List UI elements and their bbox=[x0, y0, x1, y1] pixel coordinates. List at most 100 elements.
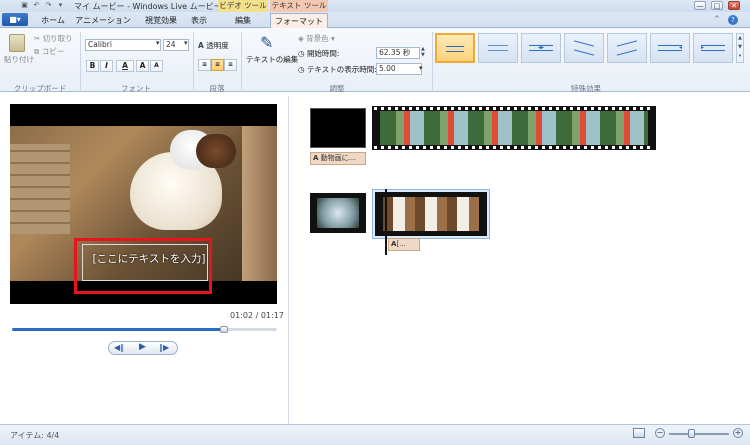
duration-combo[interactable]: 5.00 bbox=[376, 63, 422, 75]
file-menu-button[interactable]: ■▾ bbox=[2, 13, 28, 26]
transparency-label: 透明度 bbox=[206, 41, 229, 50]
align-left-button[interactable]: ≡ bbox=[198, 59, 211, 71]
guinea-pig-clip[interactable] bbox=[375, 192, 487, 236]
next-frame-button[interactable]: ‖▶ bbox=[159, 343, 169, 352]
previous-frame-button[interactable]: ◀‖ bbox=[114, 343, 124, 352]
brown-guinea-pig bbox=[196, 134, 236, 168]
flamingo-clip-frames bbox=[380, 111, 648, 145]
caption-clip-1-label: 動物画に... bbox=[320, 154, 356, 162]
clip-window-frame bbox=[317, 198, 359, 228]
effects-group-label: 特殊効果 bbox=[571, 84, 601, 93]
ribbon-separator bbox=[432, 32, 433, 90]
font-group-label: フォント bbox=[121, 84, 151, 93]
tab-format[interactable]: フォーマット bbox=[270, 13, 328, 29]
effect-basic[interactable] bbox=[435, 33, 475, 63]
wooden-box bbox=[10, 144, 70, 234]
wooden-wall bbox=[242, 126, 277, 281]
ribbon-separator bbox=[80, 32, 81, 90]
panel-divider[interactable] bbox=[288, 96, 289, 426]
start-time-input[interactable]: 62.35 秒 bbox=[376, 47, 420, 59]
duration-text: テキストの表示時間: bbox=[306, 65, 377, 74]
clipboard-group-label: クリップボード bbox=[13, 84, 67, 93]
duration-label: ◷ テキストの表示時間: bbox=[298, 64, 377, 75]
clock-icon: ◷ bbox=[298, 65, 305, 74]
save-icon[interactable]: ▣ bbox=[20, 1, 29, 10]
tab-home[interactable]: ホーム bbox=[36, 13, 70, 28]
flamingo-clip[interactable] bbox=[372, 106, 656, 150]
zoom-out-button[interactable]: − bbox=[655, 428, 665, 438]
seek-bar[interactable] bbox=[12, 328, 277, 331]
background-color-label: 背景色 bbox=[306, 34, 329, 43]
duration-dropdown-icon[interactable]: ▾ bbox=[419, 64, 423, 72]
align-center-button[interactable]: ≡ bbox=[211, 59, 224, 71]
guinea-pig-clip-frames bbox=[383, 197, 479, 231]
effect-fade[interactable] bbox=[478, 33, 518, 63]
undo-icon[interactable]: ↶ bbox=[32, 1, 41, 10]
transparency-button[interactable]: A 透明度 bbox=[198, 40, 229, 51]
font-family-combo[interactable]: Calibri bbox=[85, 39, 161, 51]
maximize-button[interactable]: □ bbox=[711, 1, 723, 10]
play-button[interactable]: ▶ bbox=[139, 342, 146, 352]
scissors-icon: ✂ bbox=[34, 34, 41, 43]
start-time-label: ◷ 開始時間: bbox=[298, 48, 339, 59]
minimize-button[interactable]: — bbox=[694, 1, 706, 10]
caption-clip-1[interactable]: A 動物画に... bbox=[310, 152, 366, 165]
cut-label: 切り取り bbox=[42, 34, 73, 43]
tab-animation[interactable]: アニメーション bbox=[72, 13, 134, 28]
paragraph-group-label: 段落 bbox=[209, 84, 225, 93]
paste-button[interactable]: 貼り付け bbox=[4, 54, 34, 65]
adjust-group-label: 調整 bbox=[329, 84, 345, 93]
paste-icon[interactable] bbox=[9, 34, 25, 52]
effect-scroll[interactable]: ◂▸ bbox=[521, 33, 561, 63]
clip-window[interactable] bbox=[310, 193, 366, 233]
tab-visual-effects[interactable]: 視覚効果 bbox=[138, 13, 184, 28]
ribbon-separator bbox=[193, 32, 194, 90]
seek-thumb[interactable] bbox=[220, 326, 228, 333]
edit-text-icon[interactable]: ✎ bbox=[260, 33, 273, 52]
redo-icon[interactable]: ↷ bbox=[44, 1, 53, 10]
effect-slide-left[interactable]: ◂ bbox=[650, 33, 690, 63]
zoom-in-button[interactable]: + bbox=[733, 428, 743, 438]
grow-font-button[interactable]: A bbox=[136, 60, 149, 72]
shrink-font-button[interactable]: A bbox=[150, 60, 163, 72]
font-size-dropdown-icon[interactable]: ▾ bbox=[184, 39, 188, 47]
font-color-button[interactable]: A bbox=[116, 60, 134, 72]
effect-swing[interactable] bbox=[607, 33, 647, 63]
caption-clip-2-label: [... bbox=[396, 240, 406, 248]
paint-bucket-icon: ◈ bbox=[298, 34, 304, 43]
start-time-text: 開始時間: bbox=[306, 49, 340, 58]
thumbnail-size-icon[interactable] bbox=[633, 428, 645, 438]
effect-fly-in[interactable] bbox=[564, 33, 604, 63]
tab-edit[interactable]: 編集 bbox=[220, 13, 266, 28]
copy-button[interactable]: ⧉ コピー bbox=[34, 46, 64, 57]
edit-text-button[interactable]: テキストの編集 bbox=[246, 54, 298, 65]
qat-dropdown-icon[interactable]: ▾ bbox=[56, 1, 65, 10]
copy-label: コピー bbox=[41, 47, 65, 56]
effects-gallery-scroll[interactable]: ▲ ▼ ▾ bbox=[736, 33, 744, 63]
bold-button[interactable]: B bbox=[86, 60, 99, 72]
playhead[interactable] bbox=[385, 189, 387, 255]
help-icon[interactable]: ? bbox=[728, 15, 738, 25]
title-bar: ▣ ↶ ↷ ▾ マイ ムービー - Windows Live ムービー ... bbox=[0, 0, 750, 12]
effect-slide-right[interactable]: ▸ bbox=[693, 33, 733, 63]
tab-view[interactable]: 表示 bbox=[186, 13, 212, 28]
start-time-spinner[interactable]: ▲ ▼ bbox=[421, 46, 425, 58]
preview-time: 01:02 / 01:17 bbox=[230, 311, 284, 320]
italic-button[interactable]: I bbox=[100, 60, 113, 72]
title-clip[interactable] bbox=[310, 108, 366, 148]
copy-icon: ⧉ bbox=[34, 47, 40, 56]
ribbon-separator bbox=[241, 32, 242, 90]
window-title: マイ ムービー - Windows Live ムービー ... bbox=[74, 2, 232, 11]
zoom-slider-thumb[interactable] bbox=[688, 429, 695, 438]
cut-button[interactable]: ✂ 切り取り bbox=[34, 33, 73, 44]
caption-clip-2[interactable]: A[... bbox=[388, 238, 420, 251]
close-button[interactable]: ✕ bbox=[728, 1, 740, 10]
transparency-icon: A bbox=[198, 41, 204, 50]
video-tools-context-tab: ビデオ ツール bbox=[218, 0, 268, 12]
ribbon-collapse-icon[interactable]: ^ bbox=[714, 15, 720, 23]
align-right-button[interactable]: ≡ bbox=[224, 59, 237, 71]
font-family-dropdown-icon[interactable]: ▾ bbox=[156, 39, 160, 47]
caption-highlight bbox=[74, 238, 212, 294]
background-color-button[interactable]: ◈ 背景色 ▾ bbox=[298, 33, 335, 44]
zoom-slider[interactable] bbox=[669, 433, 729, 435]
